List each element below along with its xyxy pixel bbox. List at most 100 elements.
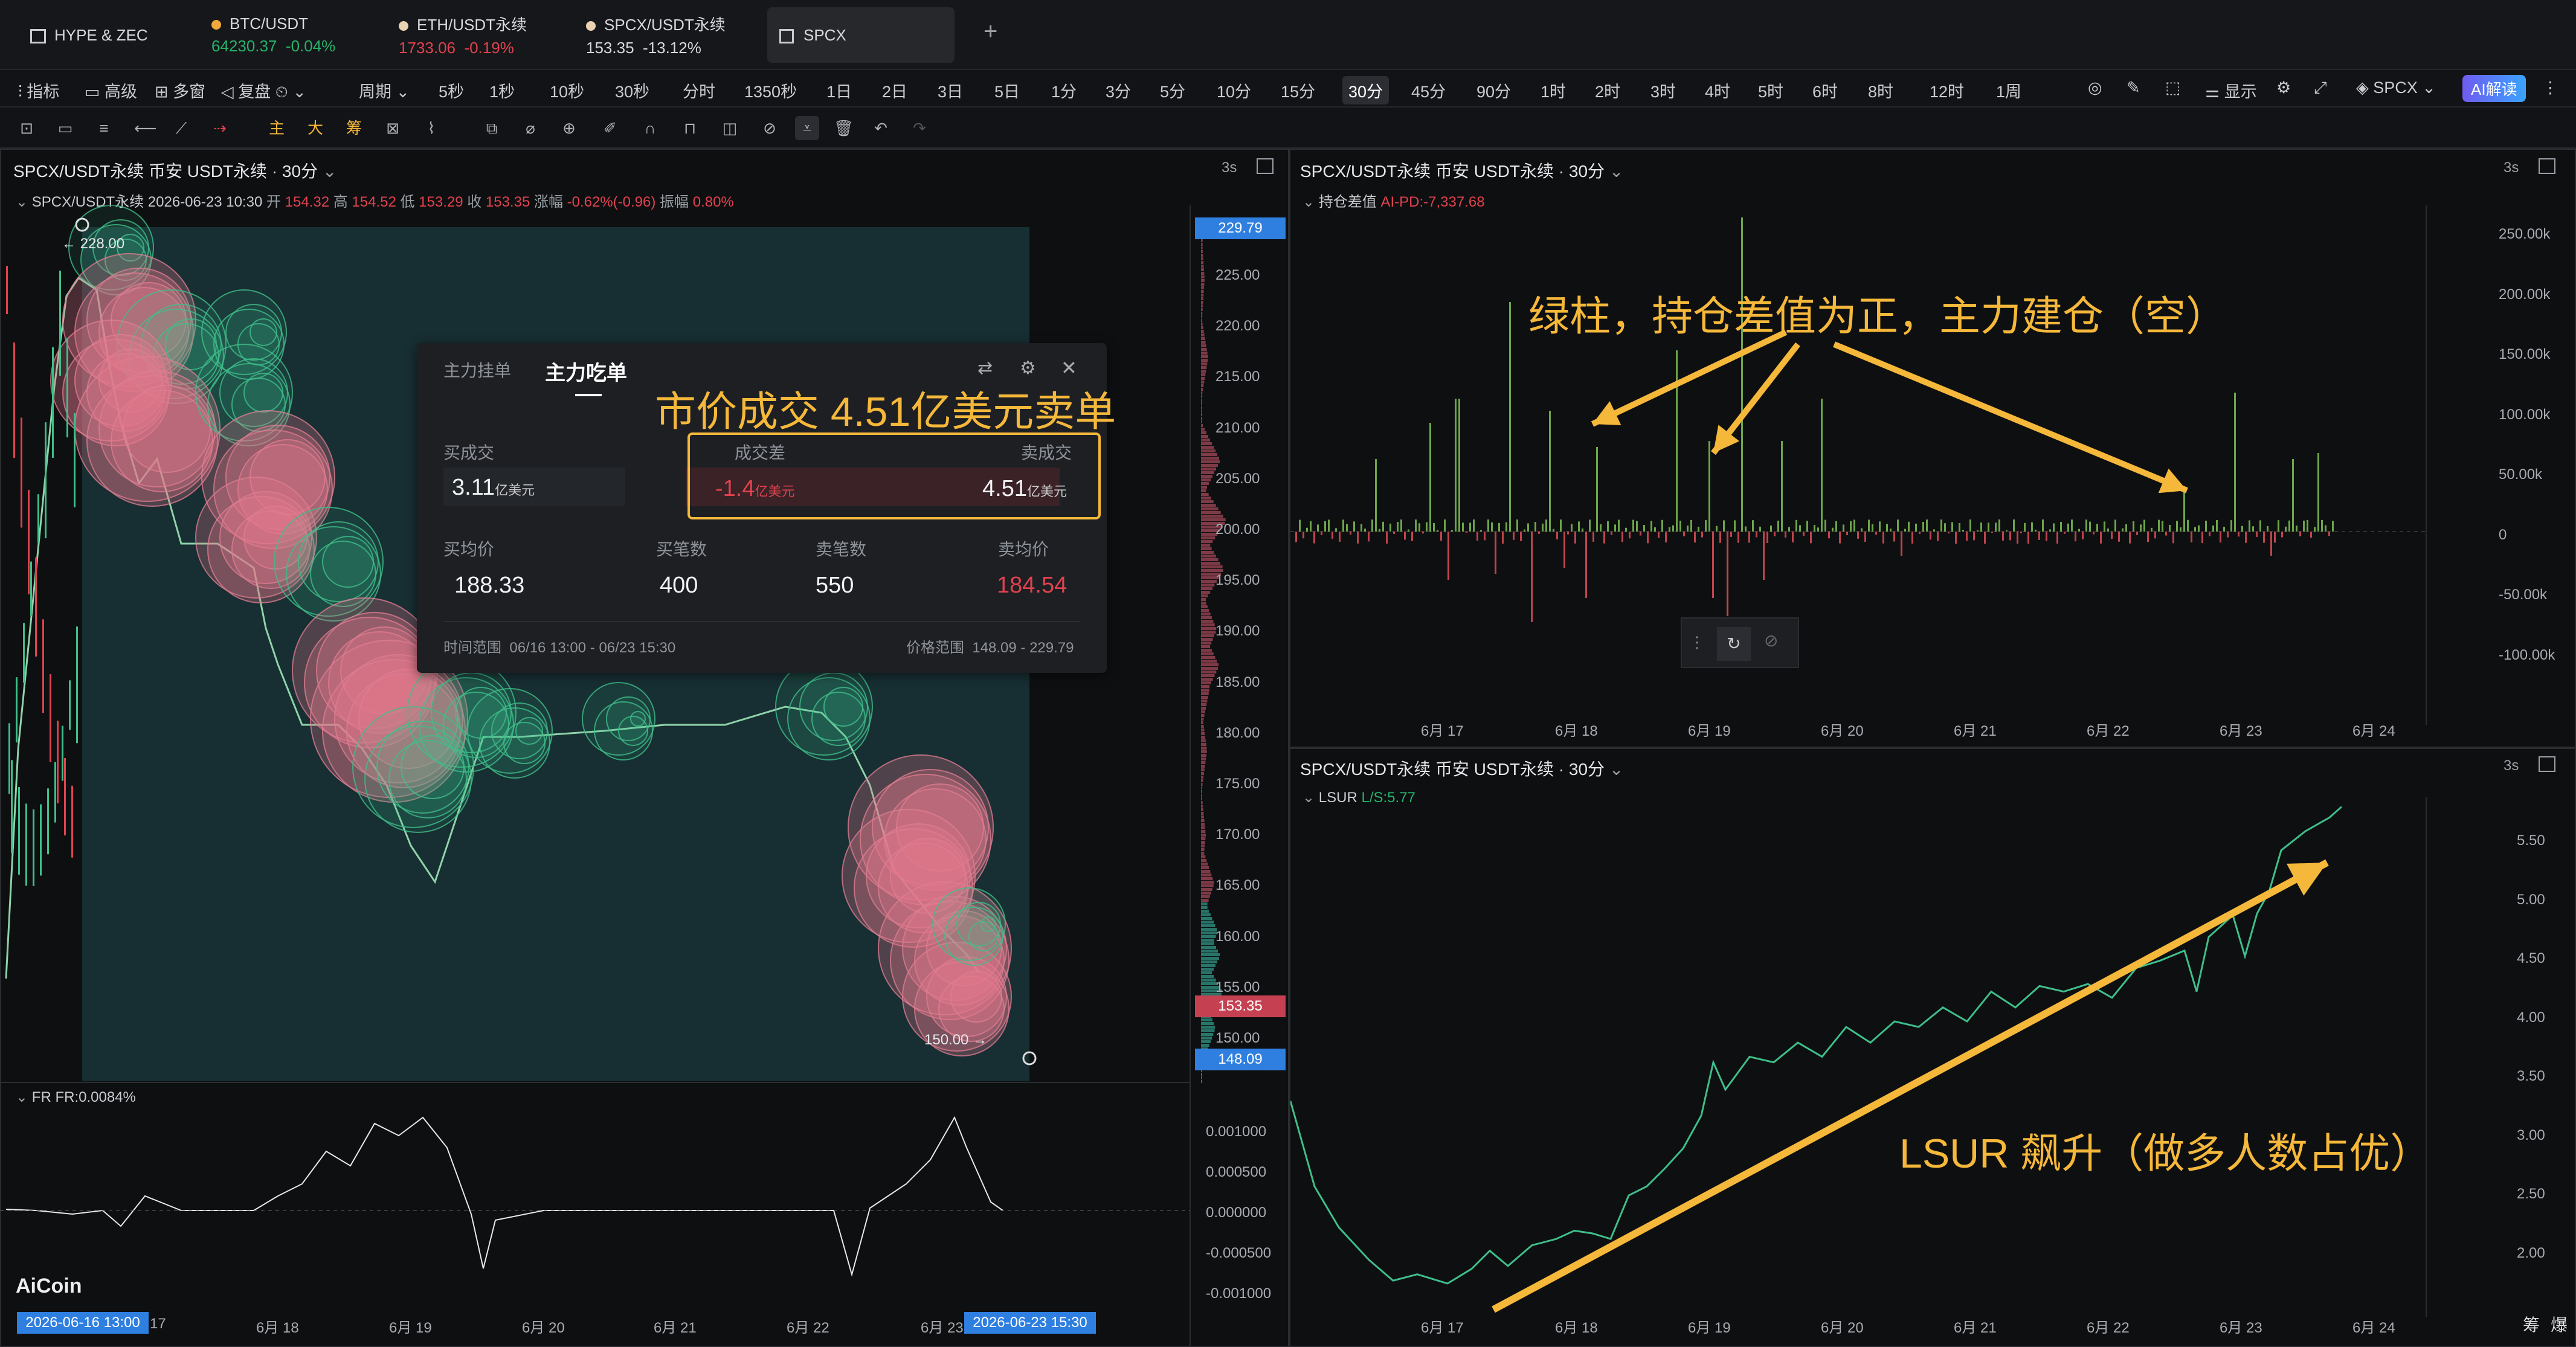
multi-window-button[interactable]: ⊞ 多窗 xyxy=(155,79,205,102)
interval-1日[interactable]: 1日 xyxy=(826,79,852,102)
chip-footer-button[interactable]: 筹 xyxy=(2523,1312,2540,1336)
interval-1周[interactable]: 1周 xyxy=(1996,79,2021,102)
ruler-icon[interactable]: ⌀ xyxy=(522,120,539,137)
lines-icon[interactable]: ≡ xyxy=(95,120,112,137)
trash-icon[interactable]: 🗑 xyxy=(834,120,854,137)
volume-profile-bar xyxy=(1201,957,1219,960)
interval-5分[interactable]: 5分 xyxy=(1160,79,1185,102)
candle xyxy=(50,673,51,762)
interval-3分[interactable]: 3分 xyxy=(1106,79,1131,102)
interval-15分[interactable]: 15分 xyxy=(1281,79,1315,102)
window-icon[interactable] xyxy=(1257,158,1274,174)
drag-icon[interactable]: ⋮ xyxy=(1689,633,1705,652)
liquidation-footer-button[interactable]: 爆 xyxy=(2551,1312,2568,1336)
oi-chart-title[interactable]: SPCX/USDT永续 币安 USDT永续 · 30分 ⌄ xyxy=(1300,158,1623,182)
hline-icon[interactable]: ⟵ xyxy=(134,120,156,137)
ray-icon[interactable]: ⇢ xyxy=(211,120,228,137)
volume-profile-bar xyxy=(1201,935,1216,938)
measure-icon[interactable]: ⌇ xyxy=(423,120,440,137)
undo-icon[interactable]: ↶ xyxy=(872,120,889,137)
display-button[interactable]: ⚌ 显示 xyxy=(2205,79,2257,102)
interval-5时[interactable]: 5时 xyxy=(1758,79,1783,102)
interval-45分[interactable]: 45分 xyxy=(1411,79,1446,102)
pen-icon[interactable]: ✎ xyxy=(2127,79,2140,97)
interval-分时[interactable]: 分时 xyxy=(683,79,715,102)
interval-4时[interactable]: 4时 xyxy=(1705,79,1730,102)
interval-1秒[interactable]: 1秒 xyxy=(489,79,515,102)
interval-10秒[interactable]: 10秒 xyxy=(550,79,584,102)
tab-spcx[interactable]: SPCX xyxy=(767,7,955,63)
reset-icon[interactable]: ↻ xyxy=(1717,627,1751,661)
redo-icon[interactable]: ↷ xyxy=(911,120,928,137)
close-icon[interactable]: ✕ xyxy=(1061,356,1077,379)
interval-1350秒[interactable]: 1350秒 xyxy=(744,79,797,102)
lock-icon[interactable]: ⊘ xyxy=(1764,631,1778,651)
window-icon[interactable] xyxy=(2539,756,2555,772)
camera-icon[interactable]: ◎ xyxy=(2088,79,2102,97)
export-icon[interactable]: ⬚ xyxy=(2165,79,2181,97)
settings-icon[interactable]: ⚙ xyxy=(2276,79,2291,97)
symbol-button[interactable]: ◈ SPCX ⌄ xyxy=(2356,79,2436,97)
link-icon[interactable]: ⊘ xyxy=(761,120,778,137)
filter-icon[interactable]: ⩡ xyxy=(795,116,819,140)
period-dropdown[interactable]: 周期 ⌄ xyxy=(359,79,410,102)
volume-profile-bar xyxy=(1201,660,1217,663)
compare-icon[interactable]: ⊠ xyxy=(384,120,401,137)
main-icon[interactable]: 主 xyxy=(268,120,285,137)
tab-eth[interactable]: ETH/USDT永续 1733.06 -0.19% xyxy=(387,7,539,63)
settings-icon[interactable]: ⚙ xyxy=(1020,358,1036,379)
interval-30秒[interactable]: 30秒 xyxy=(615,79,649,102)
tab-spcx-perp[interactable]: SPCX/USDT永续 153.35 -13.12% xyxy=(574,7,738,63)
lsur-chart-canvas[interactable] xyxy=(1290,797,2499,1317)
lsur-chart-title[interactable]: SPCX/USDT永续 币安 USDT永续 · 30分 ⌄ xyxy=(1300,756,1623,780)
zoom-icon[interactable]: ⊕ xyxy=(561,120,578,137)
replay-button[interactable]: ◁ 复盘 ⏲ ⌄ xyxy=(221,79,306,102)
hide-icon[interactable]: ◫ xyxy=(721,120,738,137)
big-icon[interactable]: 大 xyxy=(307,120,324,137)
tab-pending-orders[interactable]: 主力挂单 xyxy=(443,358,511,382)
swap-icon[interactable]: ⇄ xyxy=(977,358,993,379)
collapse-icon[interactable]: ⌄ xyxy=(16,1089,28,1105)
interval-6时[interactable]: 6时 xyxy=(1812,79,1838,102)
interval-5秒[interactable]: 5秒 xyxy=(439,79,464,102)
oi-bar xyxy=(1542,523,1544,532)
lock-icon[interactable]: ⊓ xyxy=(681,120,698,137)
interval-8时[interactable]: 8时 xyxy=(1868,79,1893,102)
interval-3时[interactable]: 3时 xyxy=(1650,79,1676,102)
oi-bar xyxy=(1578,521,1580,532)
volume-profile-bar xyxy=(1201,1076,1202,1079)
add-tab-icon[interactable]: + xyxy=(984,18,997,45)
brush-icon[interactable]: ✐ xyxy=(602,120,619,137)
oi-bar xyxy=(1955,532,1957,544)
interval-12时[interactable]: 12时 xyxy=(1930,79,1964,102)
window-icon[interactable] xyxy=(2539,158,2555,174)
more-icon[interactable]: ⋮ xyxy=(2542,79,2558,97)
main-chart-title[interactable]: SPCX/USDT永续 币安 USDT永续 · 30分 ⌄ xyxy=(13,158,336,182)
interval-2日[interactable]: 2日 xyxy=(882,79,907,102)
interval-1时[interactable]: 1时 xyxy=(1541,79,1566,102)
interval-2时[interactable]: 2时 xyxy=(1595,79,1620,102)
tab-hype-zec[interactable]: HYPE & ZEC xyxy=(18,7,160,63)
rect-icon[interactable]: ▭ xyxy=(57,120,74,137)
interval-5日[interactable]: 5日 xyxy=(994,79,1020,102)
fullscreen-icon[interactable]: ⤢ xyxy=(2314,79,2327,98)
chip-icon[interactable]: 筹 xyxy=(346,120,362,137)
volume-profile-bar xyxy=(1201,815,1204,818)
crosshair-icon[interactable]: ⊡ xyxy=(18,120,35,137)
interval-10分[interactable]: 10分 xyxy=(1217,79,1251,102)
oi-bar xyxy=(2035,529,2037,532)
advanced-button[interactable]: ▭ 高级 xyxy=(85,79,137,102)
interval-90分[interactable]: 90分 xyxy=(1476,79,1511,102)
oi-bar xyxy=(2205,520,2207,532)
tab-taker-orders[interactable]: 主力吃单 xyxy=(545,356,627,386)
indicator-button[interactable]: ⫶ 指标 xyxy=(18,79,59,102)
copy-icon[interactable]: ⧉ xyxy=(483,120,500,137)
interval-3日[interactable]: 3日 xyxy=(938,79,963,102)
ai-read-button[interactable]: AI解读 xyxy=(2462,75,2526,102)
trend-line-icon[interactable]: ⟋ xyxy=(173,120,190,137)
tab-btc[interactable]: BTC/USDT 64230.37 -0.04% xyxy=(199,7,347,63)
magnet-icon[interactable]: ∩ xyxy=(642,120,658,137)
interval-1分[interactable]: 1分 xyxy=(1051,79,1077,102)
oi-bar xyxy=(1375,459,1377,532)
interval-30分[interactable]: 30分 xyxy=(1342,76,1389,104)
